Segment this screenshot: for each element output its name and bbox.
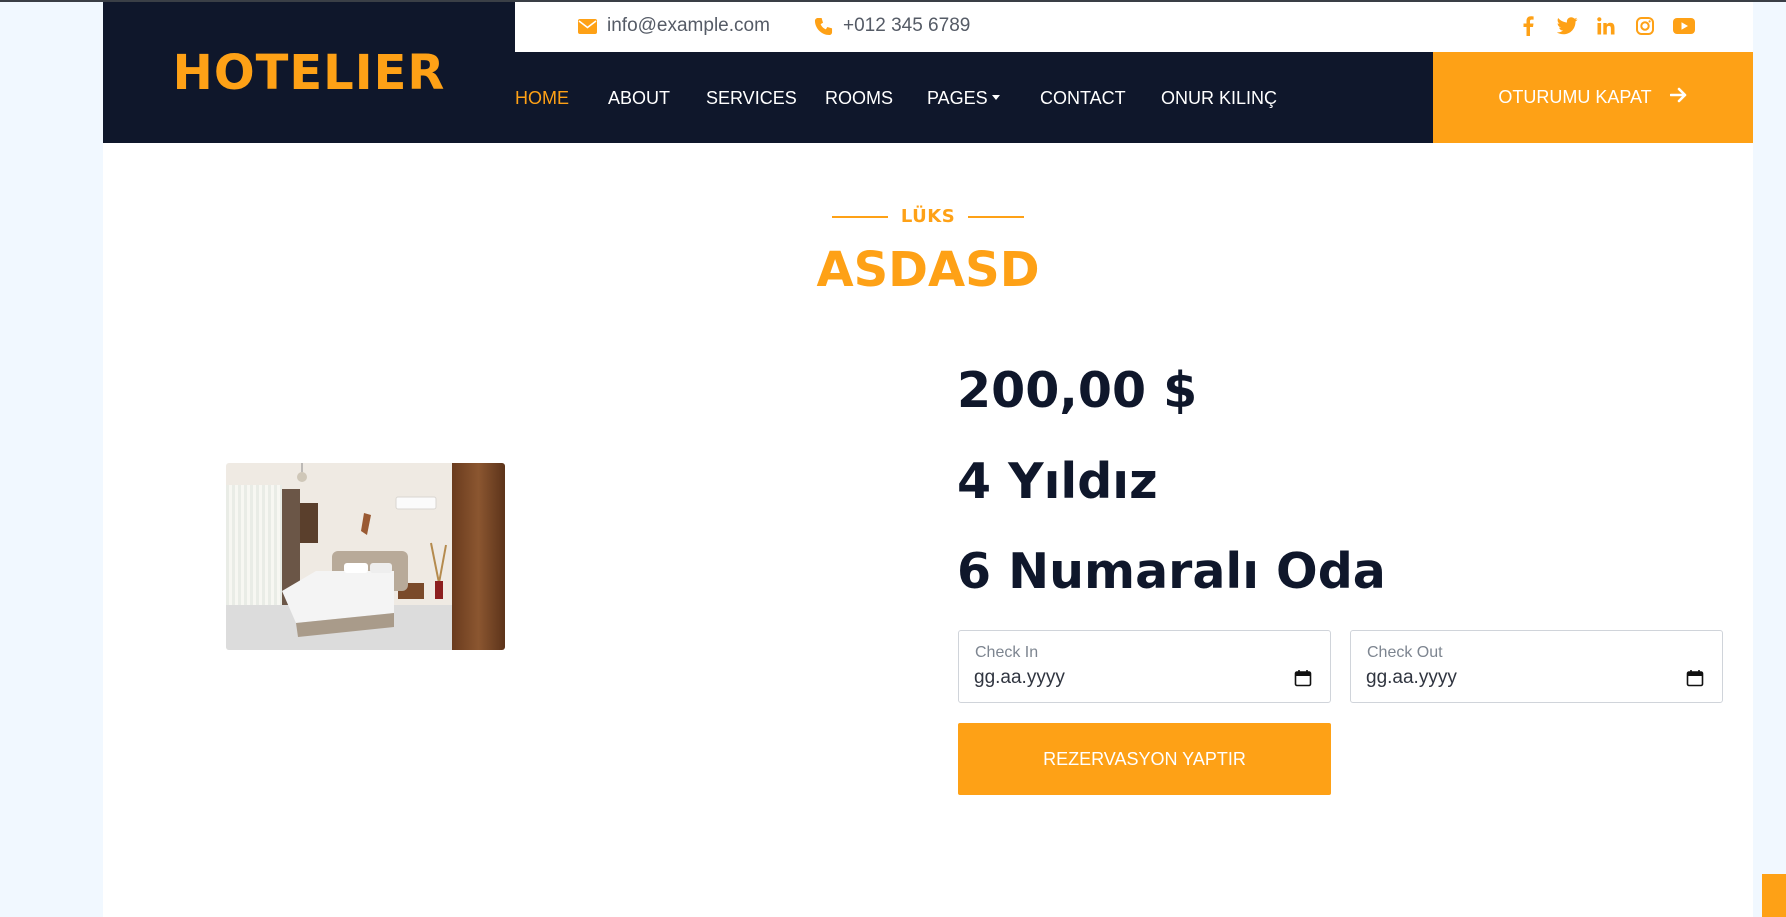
nav-contact[interactable]: CONTACT (1040, 88, 1126, 109)
linkedin-icon[interactable] (1595, 15, 1617, 37)
nav-rooms[interactable]: ROOMS (825, 88, 893, 109)
contact-email: info@example.com (577, 15, 770, 37)
contact-email-text: info@example.com (607, 15, 770, 36)
check-in-input[interactable]: gg.aa.yyyy (974, 667, 1065, 689)
calendar-icon[interactable] (1294, 669, 1312, 687)
check-out-input[interactable]: gg.aa.yyyy (1366, 667, 1457, 689)
logout-button[interactable]: OTURUMU KAPAT (1433, 52, 1753, 143)
nav-services[interactable]: SERVICES (706, 88, 797, 109)
instagram-icon[interactable] (1634, 15, 1656, 37)
check-out-label: Check Out (1367, 644, 1443, 661)
main-navbar: HOME ABOUT SERVICES ROOMS PAGES CONTACT … (515, 52, 1753, 143)
arrow-right-icon (1669, 86, 1688, 109)
room-name: ASDASD (816, 242, 1040, 298)
heading-line-left (831, 215, 888, 218)
contact-phone: +012 345 6789 (813, 15, 970, 37)
room-price: 200,00 $ (957, 362, 1198, 419)
page-container: HOTELIER info@example.com +012 345 6789 (103, 2, 1753, 917)
brand-box[interactable]: HOTELIER (103, 2, 515, 143)
twitter-icon[interactable] (1556, 15, 1578, 37)
nav-user-name[interactable]: ONUR KILINÇ (1161, 88, 1277, 109)
brand-logo[interactable]: HOTELIER (173, 45, 446, 101)
youtube-icon[interactable] (1673, 15, 1695, 37)
check-in-label: Check In (975, 644, 1039, 661)
social-links (1517, 15, 1695, 37)
facebook-icon[interactable] (1517, 15, 1539, 37)
nav-home[interactable]: HOME (515, 88, 569, 109)
check-in-field[interactable]: Check In gg.aa.yyyy (958, 630, 1331, 703)
nav-pages-label: PAGES (927, 88, 988, 108)
nav-about[interactable]: ABOUT (608, 88, 670, 109)
room-stars: 4 Yıldız (957, 453, 1158, 510)
back-to-top-button[interactable] (1762, 874, 1786, 917)
room-photo (226, 463, 505, 650)
check-out-field[interactable]: Check Out gg.aa.yyyy (1350, 630, 1723, 703)
contact-phone-text: +012 345 6789 (843, 15, 971, 36)
phone-icon (813, 16, 833, 36)
nav-pages-dropdown[interactable]: PAGES (927, 88, 1000, 109)
heading-line-right (968, 215, 1025, 218)
caret-down-icon (991, 94, 1000, 100)
room-category: LÜKS (900, 206, 956, 227)
top-contact-bar: info@example.com +012 345 6789 (515, 2, 1753, 52)
reserve-button[interactable]: REZERVASYON YAPTIR (958, 723, 1331, 795)
envelope-icon (577, 16, 597, 36)
room-category-heading: LÜKS (103, 206, 1753, 227)
calendar-icon[interactable] (1686, 669, 1704, 687)
logout-label: OTURUMU KAPAT (1498, 87, 1652, 107)
room-number: 6 Numaralı Oda (957, 543, 1386, 600)
